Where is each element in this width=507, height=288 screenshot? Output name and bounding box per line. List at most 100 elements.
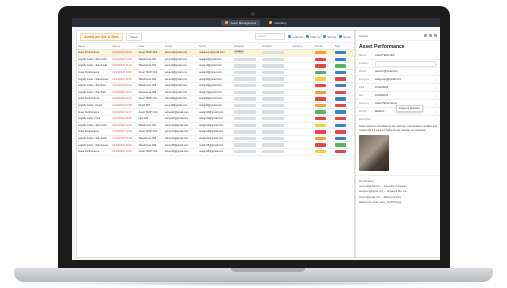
tag-badge — [334, 130, 346, 134]
table-row[interactable]: Logistic Asset - Site West 01/15/2023 10:… — [77, 89, 354, 97]
field-value[interactable] — [375, 60, 436, 67]
asset-table: Name Status Date Owner Email Assignee Location… — [77, 43, 354, 156]
priority-badge — [314, 97, 326, 101]
table-cell: owner13@gmail.com — [163, 128, 199, 136]
table-cell: Logistic Asset - Warehouse — [77, 141, 112, 149]
field-value[interactable]: Asset TECH 009 — [375, 54, 436, 57]
search-input[interactable]: Search — [255, 33, 286, 40]
table-row[interactable]: Logistic Asset - Site South 01/13/2023 11… — [77, 62, 354, 70]
tag-badge — [334, 150, 346, 154]
field-label: Category — [359, 102, 370, 105]
table-row[interactable]: Asset Performance 01/16/2023 11:47 Asset T… — [77, 108, 354, 116]
tag-badge-cell — [333, 128, 354, 136]
table-row[interactable]: Asset Performance 01/13/2023 13:40 Asset T… — [77, 69, 354, 77]
table-cell: 01/15/2023 14:21 — [111, 95, 138, 103]
table-cell — [260, 49, 292, 57]
detail-field[interactable]: Location › — [356, 60, 440, 68]
tag-badge-cell — [333, 89, 354, 97]
detail-field[interactable]: Owner owner1@gmail.com › — [356, 68, 440, 76]
priority-badge — [314, 150, 326, 154]
table-cell — [291, 75, 314, 83]
chevron-right-icon: › — [436, 93, 437, 98]
chevron-right-icon: › — [436, 77, 437, 82]
group-icon — [339, 35, 343, 38]
table-cell: owner2@gmail.com — [163, 56, 199, 64]
tag-badge — [334, 117, 346, 121]
field-value[interactable]: 01/12/2023 — [375, 86, 436, 89]
tag-pill — [261, 84, 284, 88]
breadcrumb[interactable]: Assets — [359, 34, 368, 38]
field-value[interactable]: 01/19/2023 — [375, 94, 436, 97]
share-button[interactable]: Share — [125, 32, 142, 41]
description-text[interactable]: Asset inspection scheduled for the north… — [356, 123, 440, 134]
table-row[interactable]: Asset Performance 01/12/2023 09:24 Asset T… — [77, 49, 354, 57]
chevron-right-icon: › — [436, 101, 437, 106]
priority-badge — [314, 84, 326, 88]
table-cell — [232, 135, 261, 143]
table-cell: Logistic Asset - Site South — [77, 62, 112, 70]
detail-field[interactable]: Date 01/12/2023 › — [356, 84, 440, 92]
field-value[interactable]: owner1@gmail.com — [375, 70, 436, 73]
table-row[interactable]: Asset Performance 01/18/2023 12:09 Asset T… — [77, 128, 354, 136]
table-row[interactable]: Logistic Asset - Depot 01/16/2023 09:05 De… — [77, 102, 354, 110]
table-cell: owner10@gmail.com — [163, 108, 199, 116]
close-icon[interactable] — [434, 34, 437, 37]
table-row[interactable]: Logistic Asset - Site East 01/14/2023 09:… — [77, 82, 354, 90]
table-cell — [291, 122, 314, 130]
columns-button[interactable]: Columns — [288, 35, 303, 39]
field-label: Location — [359, 62, 369, 65]
tag-pill — [233, 57, 256, 62]
priority-badge-cell — [313, 102, 334, 110]
priority-badge — [314, 117, 326, 121]
detail-title: Asset Performance — [359, 44, 405, 50]
window-tab-inventory[interactable]: Inventory — [265, 20, 290, 26]
window-tab-asset-management[interactable]: Asset Management — [221, 19, 261, 26]
field-value[interactable]: assignee1@gmail.com — [375, 78, 436, 81]
table-cell: assign10@gmail.com — [198, 108, 233, 116]
priority-badge-cell — [313, 115, 334, 123]
table-cell — [260, 56, 292, 64]
table-cell — [291, 95, 314, 103]
tag-pill — [261, 110, 284, 114]
table-row[interactable]: Logistic Asset - Warehouse 01/14/2023 08:… — [77, 75, 354, 83]
table-cell — [232, 82, 261, 90]
field-label: Owner — [359, 70, 367, 73]
button-label: Sort by — [327, 34, 337, 39]
laptop-base — [14, 268, 493, 282]
tag-pill — [261, 90, 284, 95]
more-icon[interactable] — [429, 34, 432, 37]
table-cell — [260, 108, 292, 116]
sort-button[interactable]: Sort by — [323, 35, 336, 39]
tag-pill — [233, 130, 256, 134]
table-cell — [260, 95, 292, 103]
table-row[interactable]: Asset Performance 01/15/2023 14:21 Asset T… — [77, 95, 354, 103]
group-button[interactable]: Group — [339, 35, 351, 39]
detail-field[interactable]: Name Asset TECH 009 › — [356, 52, 440, 60]
tag-pill — [233, 143, 256, 147]
table-cell: Warehouse 008 — [137, 135, 164, 143]
table-cell — [232, 69, 261, 77]
table-cell: owner8@gmail.com — [163, 95, 199, 103]
table-cell: owner16@gmail.com — [163, 148, 199, 156]
table-row[interactable]: Logistic Asset - Warehouse 01/19/2023 09:… — [77, 141, 354, 149]
detail-field[interactable]: Assignee assignee1@gmail.com › — [356, 76, 440, 84]
table-cell: Depot 001 — [137, 102, 164, 110]
tag-pill — [233, 117, 256, 121]
table-row[interactable]: Asset Performance 01/19/2023 13:02 Asset T… — [77, 148, 354, 156]
view-selector[interactable]: Assets per Site & Sites — [80, 32, 123, 41]
priority-badge — [314, 51, 326, 55]
table-row[interactable]: Logistic Asset - Site South 01/18/2023 15… — [77, 135, 354, 143]
table-cell: assign8@gmail.com — [198, 95, 233, 103]
filter-button[interactable]: Filter by — [306, 35, 320, 39]
detail-field[interactable]: Due 01/19/2023 › — [356, 92, 440, 100]
table-cell: owner15@gmail.com — [163, 141, 199, 149]
tab-label: Asset Management — [230, 20, 257, 25]
table-row[interactable]: Logistic Asset - Site North 01/12/2023 10… — [77, 56, 354, 64]
table-row[interactable]: Logistic Asset - Site North 01/17/2023 10… — [77, 122, 354, 130]
table-row[interactable]: Logistic Asset - Hub 01/17/2023 08:30 Hub … — [77, 115, 354, 123]
asset-photo[interactable] — [359, 135, 389, 172]
tag-badge-cell — [333, 102, 354, 110]
tag-pill — [261, 136, 284, 141]
expand-icon[interactable] — [424, 34, 427, 37]
table-cell: owner3@gmail.com — [163, 62, 199, 70]
